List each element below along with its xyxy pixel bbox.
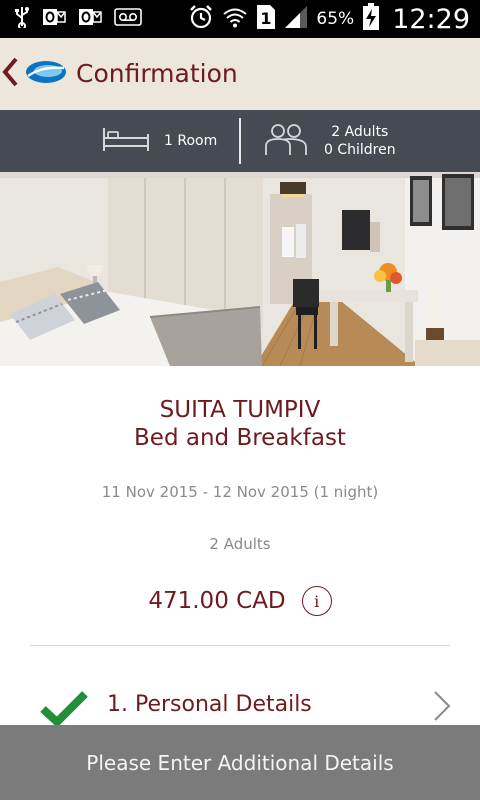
price-row: 471.00 CAD i: [0, 584, 480, 618]
wifi-icon: [222, 5, 248, 33]
chevron-right-icon: [432, 690, 452, 726]
stay-dates: 11 Nov 2015 - 12 Nov 2015 (1 night): [101, 483, 379, 501]
guest-count: 2 Adults: [209, 535, 271, 553]
hotel-name-line2: Bed and Breakfast: [134, 425, 346, 451]
price-info-icon[interactable]: i: [301, 586, 332, 616]
children-count: 0 Children: [324, 142, 396, 158]
guest-counts: 2 Adults 0 Children: [324, 123, 396, 159]
total-price: 471.00 CAD: [148, 588, 286, 614]
checkmark-icon: [40, 690, 88, 730]
outlook-icon: [42, 7, 66, 31]
battery-charging-icon: [362, 3, 380, 35]
guests-summary: 2 Adults 0 Children: [262, 110, 396, 172]
brand-logo-icon: [24, 58, 68, 90]
sim-icon: 1: [256, 4, 276, 34]
rooms-summary: 1 Room: [102, 110, 217, 172]
app-bar: Confirmation: [0, 38, 480, 110]
system-icons: 1 65% 12:29: [188, 0, 470, 38]
signal-icon: [284, 5, 308, 33]
divider: [30, 645, 450, 646]
clock: 12:29: [392, 3, 470, 35]
hotel-name: SUITA TUMPIV Bed and Breakfast: [0, 396, 480, 452]
alarm-icon: [188, 4, 214, 34]
page-title: Confirmation: [76, 59, 238, 88]
enter-additional-details-button[interactable]: Please Enter Additional Details: [0, 725, 480, 800]
back-button[interactable]: [0, 52, 72, 96]
people-icon: [262, 122, 310, 160]
notification-icons: [14, 0, 142, 38]
summary-divider: [239, 118, 241, 164]
battery-percent: 65%: [316, 9, 355, 29]
voicemail-icon: [114, 7, 142, 31]
outlook-icon: [78, 7, 102, 31]
hotel-name-line1: SUITA TUMPIV: [159, 397, 321, 423]
status-bar: 1 65% 12:29: [0, 0, 480, 38]
bed-icon: [102, 126, 150, 156]
booking-summary-bar: 1 Room 2 Adults 0 Children: [0, 110, 480, 172]
adults-count: 2 Adults: [331, 124, 389, 140]
rooms-count: 1 Room: [164, 133, 218, 149]
sim-slot-label: 1: [261, 9, 272, 28]
chevron-left-icon: [2, 57, 18, 91]
usb-icon: [14, 6, 30, 32]
step-label: 1. Personal Details: [107, 692, 312, 717]
hotel-room-photo: [0, 172, 480, 366]
